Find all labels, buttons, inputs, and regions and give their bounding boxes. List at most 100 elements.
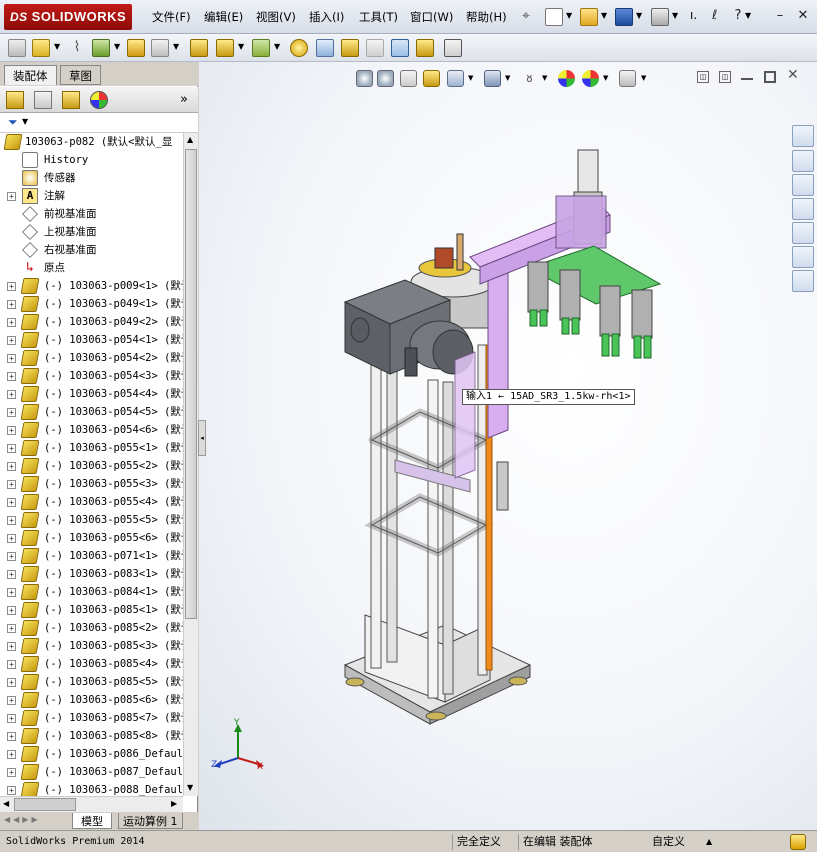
tree-component-row[interactable]: + (-) 103063-p054<1> (默认 bbox=[0, 331, 183, 349]
options-icon[interactable]: ℓ bbox=[712, 8, 717, 23]
chevron-down-icon[interactable]: ▼ bbox=[238, 42, 244, 51]
tree-component-row[interactable]: + (-) 103063-p085<3> (默认 bbox=[0, 637, 183, 655]
chevron-down-icon[interactable]: ▼ bbox=[22, 117, 28, 126]
tree-component-row[interactable]: + (-) 103063-p055<2> (默认 bbox=[0, 457, 183, 475]
expand-toggle[interactable]: + bbox=[7, 786, 16, 795]
menu-insert[interactable]: 插入(I) bbox=[309, 9, 344, 25]
expand-toggle[interactable]: + bbox=[7, 750, 16, 759]
show-hidden-icon[interactable] bbox=[190, 39, 208, 57]
menu-edit[interactable]: 编辑(E) bbox=[204, 9, 243, 25]
expand-toggle[interactable]: + bbox=[7, 336, 16, 345]
chevron-down-icon[interactable]: ▼ bbox=[274, 42, 280, 51]
solidworks-logo[interactable]: DS SOLIDWORKS bbox=[4, 4, 132, 30]
expand-toggle[interactable]: + bbox=[7, 588, 16, 597]
expand-toggle[interactable]: + bbox=[7, 318, 16, 327]
menu-file[interactable]: 文件(F) bbox=[152, 9, 191, 25]
linear-pattern-icon[interactable] bbox=[92, 39, 110, 57]
tree-component-row[interactable]: + (-) 103063-p054<6> (默认 bbox=[0, 421, 183, 439]
custom-properties-icon[interactable] bbox=[792, 270, 814, 292]
menu-help[interactable]: 帮助(H) bbox=[466, 9, 507, 25]
chevron-down-icon[interactable]: ▼ bbox=[566, 11, 572, 20]
user-icon[interactable]: ı. bbox=[690, 8, 697, 22]
appearances-icon[interactable] bbox=[792, 246, 814, 268]
display-manager-icon[interactable] bbox=[90, 91, 108, 109]
design-library-icon[interactable] bbox=[792, 174, 814, 196]
tree-component-row[interactable]: + (-) 103063-p085<7> (默认 bbox=[0, 709, 183, 727]
chevron-down-icon[interactable]: ▼ bbox=[173, 42, 179, 51]
tree-component-row[interactable]: + (-) 103063-p085<8> (默认 bbox=[0, 727, 183, 745]
filter-icon[interactable]: ⏷ bbox=[8, 115, 18, 130]
rebuild-icon[interactable] bbox=[790, 834, 806, 850]
menu-view[interactable]: 视图(V) bbox=[256, 9, 296, 25]
tree-vertical-scrollbar[interactable]: ▲ ▼ bbox=[183, 133, 198, 796]
tree-node-right-plane[interactable]: 右视基准面 bbox=[0, 241, 183, 259]
tree-component-row[interactable]: + (-) 103063-p055<1> (默认 bbox=[0, 439, 183, 457]
chevron-down-icon[interactable]: ▼ bbox=[114, 42, 120, 51]
tree-component-row[interactable]: + (-) 103063-p084<1> (默认 bbox=[0, 583, 183, 601]
expand-toggle[interactable]: + bbox=[7, 606, 16, 615]
tree-component-row[interactable]: + (-) 103063-p085<4> (默认 bbox=[0, 655, 183, 673]
tree-component-row[interactable]: + (-) 103063-p054<4> (默认 bbox=[0, 385, 183, 403]
tree-component-row[interactable]: + (-) 103063-p049<2> (默认 bbox=[0, 313, 183, 331]
bill-of-materials-icon[interactable] bbox=[316, 39, 334, 57]
tree-root[interactable]: 103063-p082 (默认<默认_显 bbox=[0, 133, 183, 151]
scroll-up-icon[interactable]: ▲ bbox=[187, 135, 193, 144]
expand-toggle[interactable]: + bbox=[7, 354, 16, 363]
print-icon[interactable] bbox=[651, 8, 669, 26]
expand-toggle[interactable]: + bbox=[7, 732, 16, 741]
instant3d-icon[interactable] bbox=[444, 39, 462, 57]
scrollbar-thumb[interactable] bbox=[14, 798, 76, 811]
tree-component-row[interactable]: + (-) 103063-p087_Default bbox=[0, 763, 183, 781]
expand-toggle[interactable]: + bbox=[7, 552, 16, 561]
expand-toggle[interactable]: + bbox=[7, 480, 16, 489]
tree-node-front-plane[interactable]: 前视基准面 bbox=[0, 205, 183, 223]
tree-node-top-plane[interactable]: 上视基准面 bbox=[0, 223, 183, 241]
tree-component-row[interactable]: + (-) 103063-p054<5> (默认 bbox=[0, 403, 183, 421]
units-selector[interactable]: 自定义 bbox=[652, 834, 685, 850]
home-icon[interactable] bbox=[792, 150, 814, 172]
assembly-model[interactable] bbox=[199, 62, 789, 830]
chevron-down-icon[interactable]: ▼ bbox=[54, 42, 60, 51]
expand-toggle[interactable]: + bbox=[7, 624, 16, 633]
clearance-verification-icon[interactable] bbox=[416, 39, 434, 57]
expand-toggle[interactable]: + bbox=[7, 534, 16, 543]
component-callout[interactable]: 输入1 ← 15AD_SR3_1.5kw-rh<1> bbox=[462, 389, 635, 405]
tree-node-annotations[interactable]: + A 注解 bbox=[0, 187, 183, 205]
expand-toggle[interactable]: + bbox=[7, 408, 16, 417]
help-button[interactable]: ? bbox=[730, 8, 746, 24]
configuration-manager-icon[interactable] bbox=[62, 91, 80, 109]
expand-toggle[interactable]: + bbox=[7, 192, 16, 201]
insert-component-icon[interactable] bbox=[32, 39, 50, 57]
new-document-icon[interactable] bbox=[545, 8, 563, 26]
scroll-left-icon[interactable]: ◀ bbox=[3, 799, 9, 808]
tree-component-row[interactable]: + (-) 103063-p085<5> (默认 bbox=[0, 673, 183, 691]
solidworks-resources-icon[interactable] bbox=[792, 125, 814, 147]
menu-tools[interactable]: 工具(T) bbox=[359, 9, 398, 25]
chevron-down-icon[interactable]: ▼ bbox=[636, 11, 642, 20]
expand-toggle[interactable]: + bbox=[7, 462, 16, 471]
expand-toggle[interactable]: + bbox=[7, 570, 16, 579]
move-component-icon[interactable] bbox=[151, 39, 169, 57]
tree-component-row[interactable]: + (-) 103063-p054<3> (默认 bbox=[0, 367, 183, 385]
interference-detection-icon[interactable] bbox=[391, 39, 409, 57]
expand-toggle[interactable]: + bbox=[7, 300, 16, 309]
property-manager-icon[interactable] bbox=[34, 91, 52, 109]
expand-toggle[interactable]: + bbox=[7, 714, 16, 723]
tree-component-row[interactable]: + (-) 103063-p055<4> (默认 bbox=[0, 493, 183, 511]
tree-component-row[interactable]: + (-) 103063-p085<2> (默认 bbox=[0, 619, 183, 637]
component-icon[interactable] bbox=[8, 39, 26, 57]
expand-toggle[interactable]: + bbox=[7, 372, 16, 381]
smart-fasteners-icon[interactable] bbox=[127, 39, 145, 57]
scroll-right-icon[interactable]: ▶ bbox=[171, 799, 177, 808]
scrollbar-thumb[interactable] bbox=[185, 149, 197, 619]
tab-assembly[interactable]: 装配体 bbox=[4, 65, 57, 85]
tab-sketch[interactable]: 草图 bbox=[60, 65, 101, 85]
tab-model[interactable]: 模型 bbox=[72, 813, 112, 829]
tab-scroll-arrows[interactable]: ◀◀▶▶ bbox=[4, 815, 41, 824]
expand-toggle[interactable]: + bbox=[7, 678, 16, 687]
new-motion-study-icon[interactable] bbox=[290, 39, 308, 57]
expand-toggle[interactable]: + bbox=[7, 516, 16, 525]
chevron-down-icon[interactable]: ▼ bbox=[745, 11, 751, 20]
tree-component-row[interactable]: + (-) 103063-p086_Default bbox=[0, 745, 183, 763]
tree-component-row[interactable]: + (-) 103063-p055<3> (默认 bbox=[0, 475, 183, 493]
